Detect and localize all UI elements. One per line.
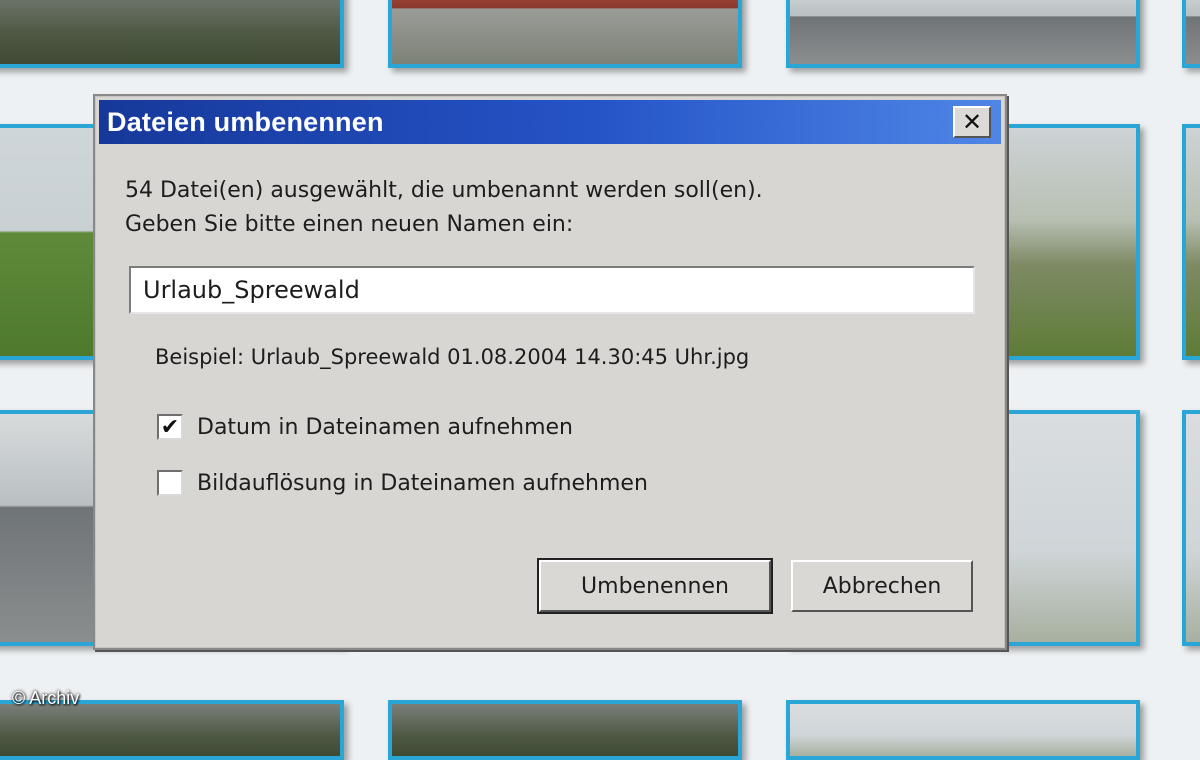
close-button[interactable]: ✕ <box>953 106 991 138</box>
photo-thumbnail[interactable] <box>786 0 1140 68</box>
rename-files-dialog: Dateien umbenennen ✕ 54 Datei(en) ausgew… <box>93 94 1007 650</box>
instruction-text: Geben Sie bitte einen neuen Namen ein: <box>125 212 574 237</box>
copyright-notice: © Archiv <box>12 688 80 708</box>
photo-thumbnail[interactable] <box>786 700 1140 760</box>
selection-count-text: 54 Datei(en) ausgewählt, die umbenannt w… <box>125 178 763 203</box>
include-resolution-option[interactable]: Bildauflösung in Dateinamen aufnehmen <box>157 470 648 496</box>
include-date-checkbox[interactable]: ✔ <box>157 414 183 440</box>
photo-thumbnail[interactable] <box>1182 0 1200 68</box>
rename-button[interactable]: Umbenennen <box>537 558 773 614</box>
photo-thumbnail[interactable] <box>1182 124 1200 360</box>
photo-thumbnail[interactable] <box>0 0 344 68</box>
cancel-button[interactable]: Abbrechen <box>791 560 973 612</box>
include-resolution-checkbox[interactable] <box>157 470 183 496</box>
include-date-option[interactable]: ✔ Datum in Dateinamen aufnehmen <box>157 414 573 440</box>
dialog-title: Dateien umbenennen <box>107 106 384 137</box>
checkmark-icon: ✔ <box>160 414 180 440</box>
photo-thumbnail[interactable] <box>388 0 742 68</box>
new-name-input[interactable] <box>129 266 975 314</box>
photo-thumbnail[interactable] <box>1182 410 1200 646</box>
include-resolution-label: Bildauflösung in Dateinamen aufnehmen <box>197 470 648 496</box>
example-filename: Beispiel: Urlaub_Spreewald 01.08.2004 14… <box>155 345 750 369</box>
photo-thumbnail[interactable] <box>0 700 344 760</box>
close-icon: ✕ <box>961 108 983 136</box>
dialog-title-bar[interactable]: Dateien umbenennen ✕ <box>99 100 1001 144</box>
photo-thumbnail[interactable] <box>388 700 742 760</box>
selection-info: 54 Datei(en) ausgewählt, die umbenannt w… <box>125 174 763 242</box>
include-date-label: Datum in Dateinamen aufnehmen <box>197 414 573 440</box>
